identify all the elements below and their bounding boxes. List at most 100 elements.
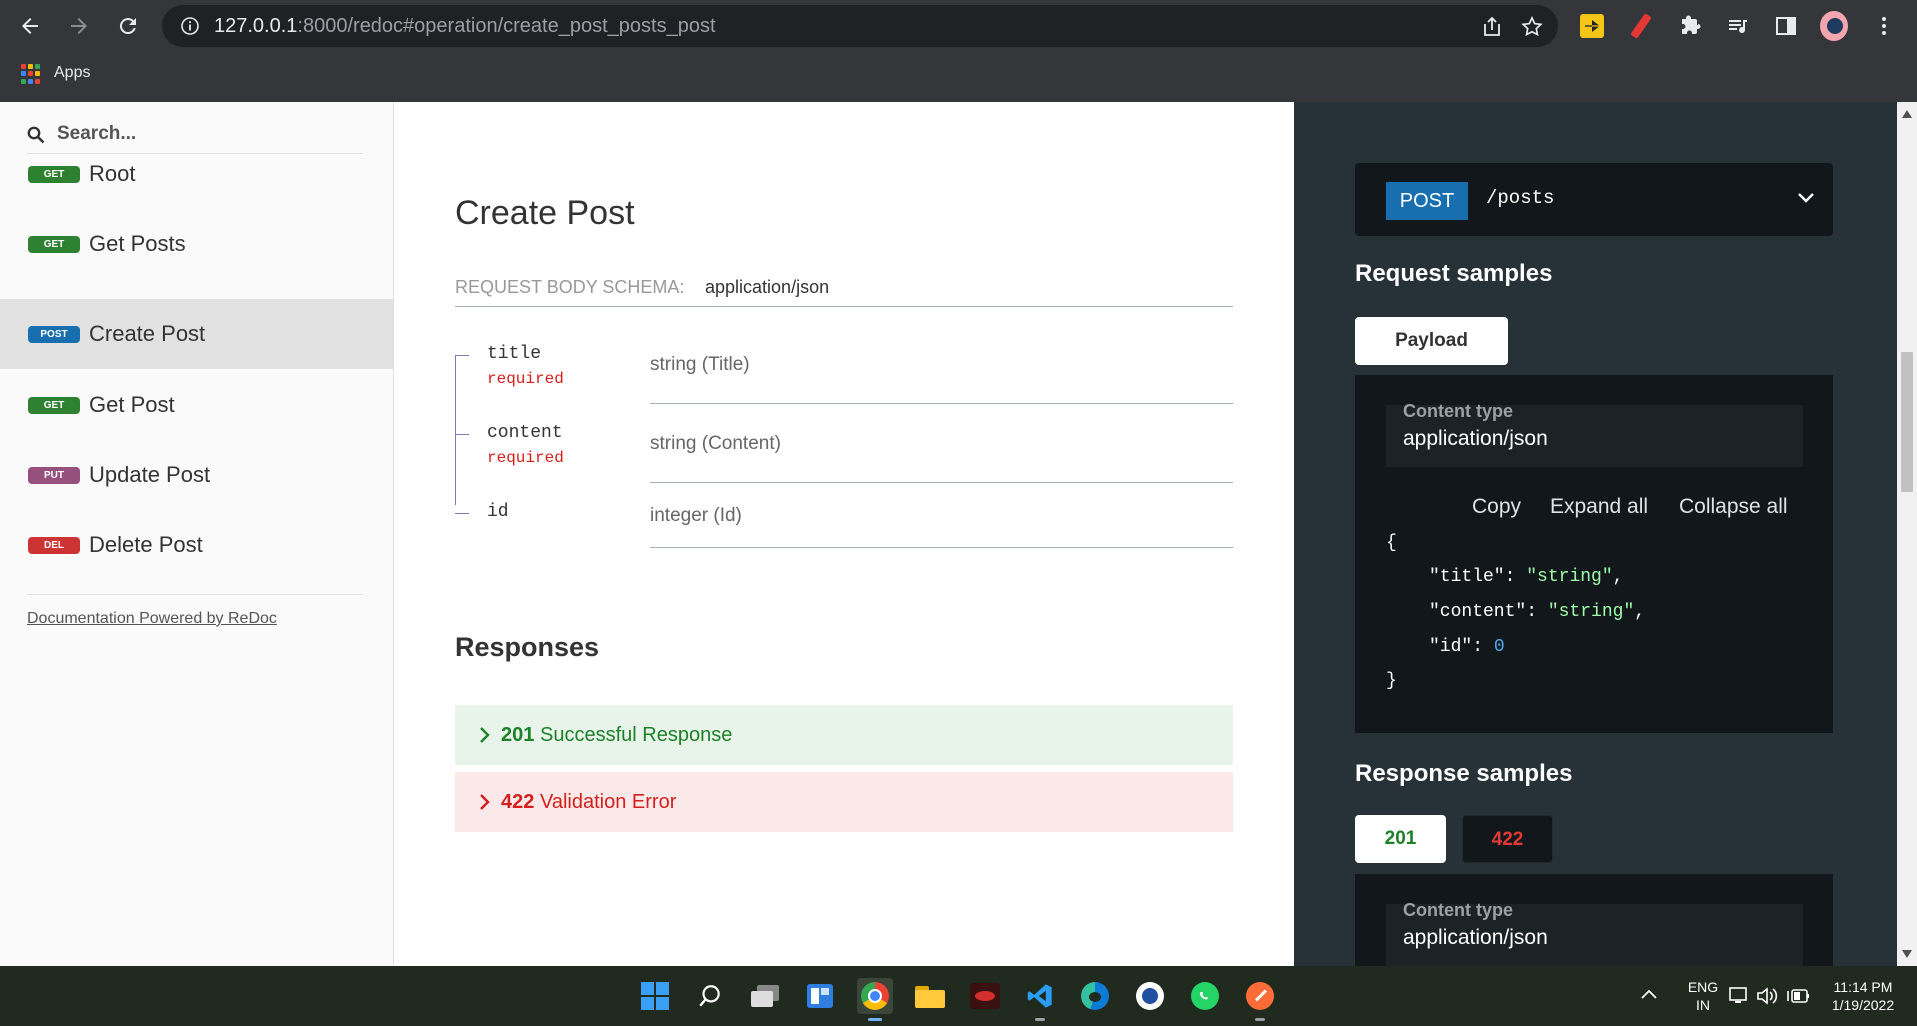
response-tab-201[interactable]: 201 — [1355, 815, 1446, 863]
edge-icon[interactable] — [1077, 978, 1113, 1014]
apps-icon[interactable] — [21, 64, 41, 84]
volume-icon[interactable] — [1756, 986, 1780, 1006]
start-windows-icon[interactable] — [637, 978, 673, 1014]
sidebar-item-update-post[interactable]: PUT Update Post — [0, 445, 394, 505]
clock[interactable]: 11:14 PM 1/19/2022 — [1820, 978, 1906, 1014]
code-line-title: "title": "string", — [1429, 567, 1624, 587]
extension-pen-icon[interactable] — [1627, 12, 1655, 40]
sidebar-item-get-post[interactable]: GET Get Post — [0, 375, 394, 435]
property-divider — [650, 547, 1233, 548]
request-body-schema-header: REQUEST BODY SCHEMA: application/json — [455, 277, 1233, 307]
sidebar-item-delete-post[interactable]: DEL Delete Post — [0, 515, 394, 575]
json-key: "title" — [1429, 567, 1505, 587]
code-brace-close: } — [1386, 671, 1397, 691]
whatsapp-icon[interactable] — [1187, 978, 1223, 1014]
response-samples-heading: Response samples — [1355, 760, 1573, 787]
content-type-label: Content type — [1403, 401, 1513, 421]
network-icon[interactable] — [1728, 986, 1750, 1006]
postman-icon[interactable] — [1242, 978, 1278, 1021]
sidebar-item-label: Get Posts — [89, 231, 186, 256]
chevron-up-icon[interactable] — [1640, 988, 1658, 1000]
sidebar-item-label: Create Post — [89, 321, 206, 346]
clock-date: 1/19/2022 — [1831, 997, 1895, 1013]
tree-tick — [455, 434, 469, 435]
property-divider — [650, 482, 1233, 483]
sidebar-divider — [27, 594, 363, 595]
method-badge-get: GET — [28, 396, 80, 414]
search-taskbar-icon[interactable] — [692, 978, 728, 1014]
sidebar-item-get-posts[interactable]: GET Get Posts — [0, 214, 394, 274]
expand-all-button[interactable]: Expand all — [1550, 495, 1648, 519]
language-region: IN — [1696, 997, 1710, 1013]
property-name: content — [487, 423, 563, 443]
language-indicator[interactable]: ENG IN — [1680, 978, 1726, 1014]
json-string: "string" — [1526, 567, 1613, 587]
required-label: required — [487, 449, 564, 467]
language-code: ENG — [1687, 979, 1719, 995]
battery-icon[interactable] — [1786, 986, 1810, 1006]
extensions-puzzle-icon[interactable] — [1676, 12, 1704, 40]
endpoint-toggle[interactable]: POST /posts — [1355, 163, 1833, 236]
more-menu-icon[interactable] — [1870, 12, 1898, 40]
scroll-up-icon[interactable] — [1902, 110, 1912, 118]
method-badge-post: POST — [28, 325, 80, 343]
page-scrollbar[interactable] — [1897, 102, 1917, 966]
apps-label[interactable]: Apps — [54, 64, 90, 82]
chevron-right-icon — [480, 794, 490, 810]
payload-tab[interactable]: Payload — [1355, 317, 1508, 365]
property-name: title — [487, 344, 542, 364]
url-host: 127.0.0.1 — [214, 15, 298, 37]
extension-yellow-icon[interactable] — [1578, 12, 1606, 40]
back-button[interactable] — [12, 8, 48, 44]
chrome-taskbar-icon[interactable] — [857, 978, 893, 1021]
profile-avatar-icon[interactable] — [1820, 11, 1848, 41]
schema-content-type: application/json — [705, 277, 830, 297]
share-icon[interactable] — [1480, 15, 1504, 39]
endpoint-method-badge: POST — [1386, 182, 1468, 220]
response-description: Validation Error — [540, 790, 677, 813]
code-line-id: "id": 0 — [1429, 637, 1505, 657]
response-content-type-box: Content type application/json — [1386, 900, 1803, 966]
reload-button[interactable] — [110, 8, 146, 44]
copy-button[interactable]: Copy — [1472, 495, 1521, 519]
response-422-toggle[interactable]: 422 Validation Error — [455, 772, 1233, 832]
widgets-icon[interactable] — [802, 978, 838, 1014]
redoc-powered-link[interactable]: Documentation Powered by ReDoc — [27, 610, 277, 628]
red-app-icon[interactable] — [967, 978, 1003, 1014]
sidebar: GET Root GET Get Posts POST Create Post … — [0, 102, 394, 966]
forward-button[interactable] — [61, 8, 97, 44]
samples-panel: POST /posts Request samples Payload Cont… — [1294, 102, 1897, 966]
collapse-all-button[interactable]: Collapse all — [1679, 495, 1788, 519]
scroll-thumb[interactable] — [1901, 352, 1913, 492]
sidebar-item-create-post[interactable]: POST Create Post — [0, 299, 394, 369]
response-tab-422[interactable]: 422 — [1462, 815, 1553, 863]
request-samples-heading: Request samples — [1355, 260, 1553, 287]
request-sample-box: Content type application/json Copy Expan… — [1355, 375, 1833, 733]
file-explorer-icon[interactable] — [912, 978, 948, 1014]
content-type-label: Content type — [1403, 900, 1513, 920]
task-view-icon[interactable] — [747, 978, 783, 1014]
response-201-toggle[interactable]: 201 Successful Response — [455, 705, 1233, 765]
property-type: string (Title) — [650, 354, 750, 375]
bookmark-star-icon[interactable] — [1520, 15, 1544, 39]
media-control-icon[interactable] — [1724, 12, 1752, 40]
request-content-type-box: Content type application/json — [1386, 401, 1803, 467]
method-badge-put: PUT — [28, 466, 80, 484]
method-badge-get: GET — [28, 165, 80, 183]
clock-time: 11:14 PM — [1833, 979, 1893, 995]
url-path: :8000/redoc#operation/create_post_posts_… — [297, 15, 716, 37]
property-type: integer (Id) — [650, 505, 742, 526]
sidebar-item-label: Update Post — [89, 462, 211, 487]
method-badge-delete: DEL — [28, 536, 80, 554]
blue-app-icon[interactable] — [1132, 978, 1168, 1014]
scroll-down-icon[interactable] — [1902, 950, 1912, 958]
address-bar[interactable]: 127.0.0.1:8000/redoc#operation/create_po… — [162, 5, 1558, 47]
code-line-content: "content": "string", — [1429, 602, 1646, 622]
json-key: "id" — [1429, 637, 1473, 657]
sidebar-item-label: Root — [89, 161, 136, 186]
sidebar-item-root[interactable]: GET Root — [0, 144, 394, 204]
side-panel-icon[interactable] — [1772, 12, 1800, 40]
site-info-icon[interactable] — [180, 16, 200, 36]
json-string: "string" — [1547, 602, 1635, 622]
vscode-icon[interactable] — [1022, 978, 1058, 1021]
